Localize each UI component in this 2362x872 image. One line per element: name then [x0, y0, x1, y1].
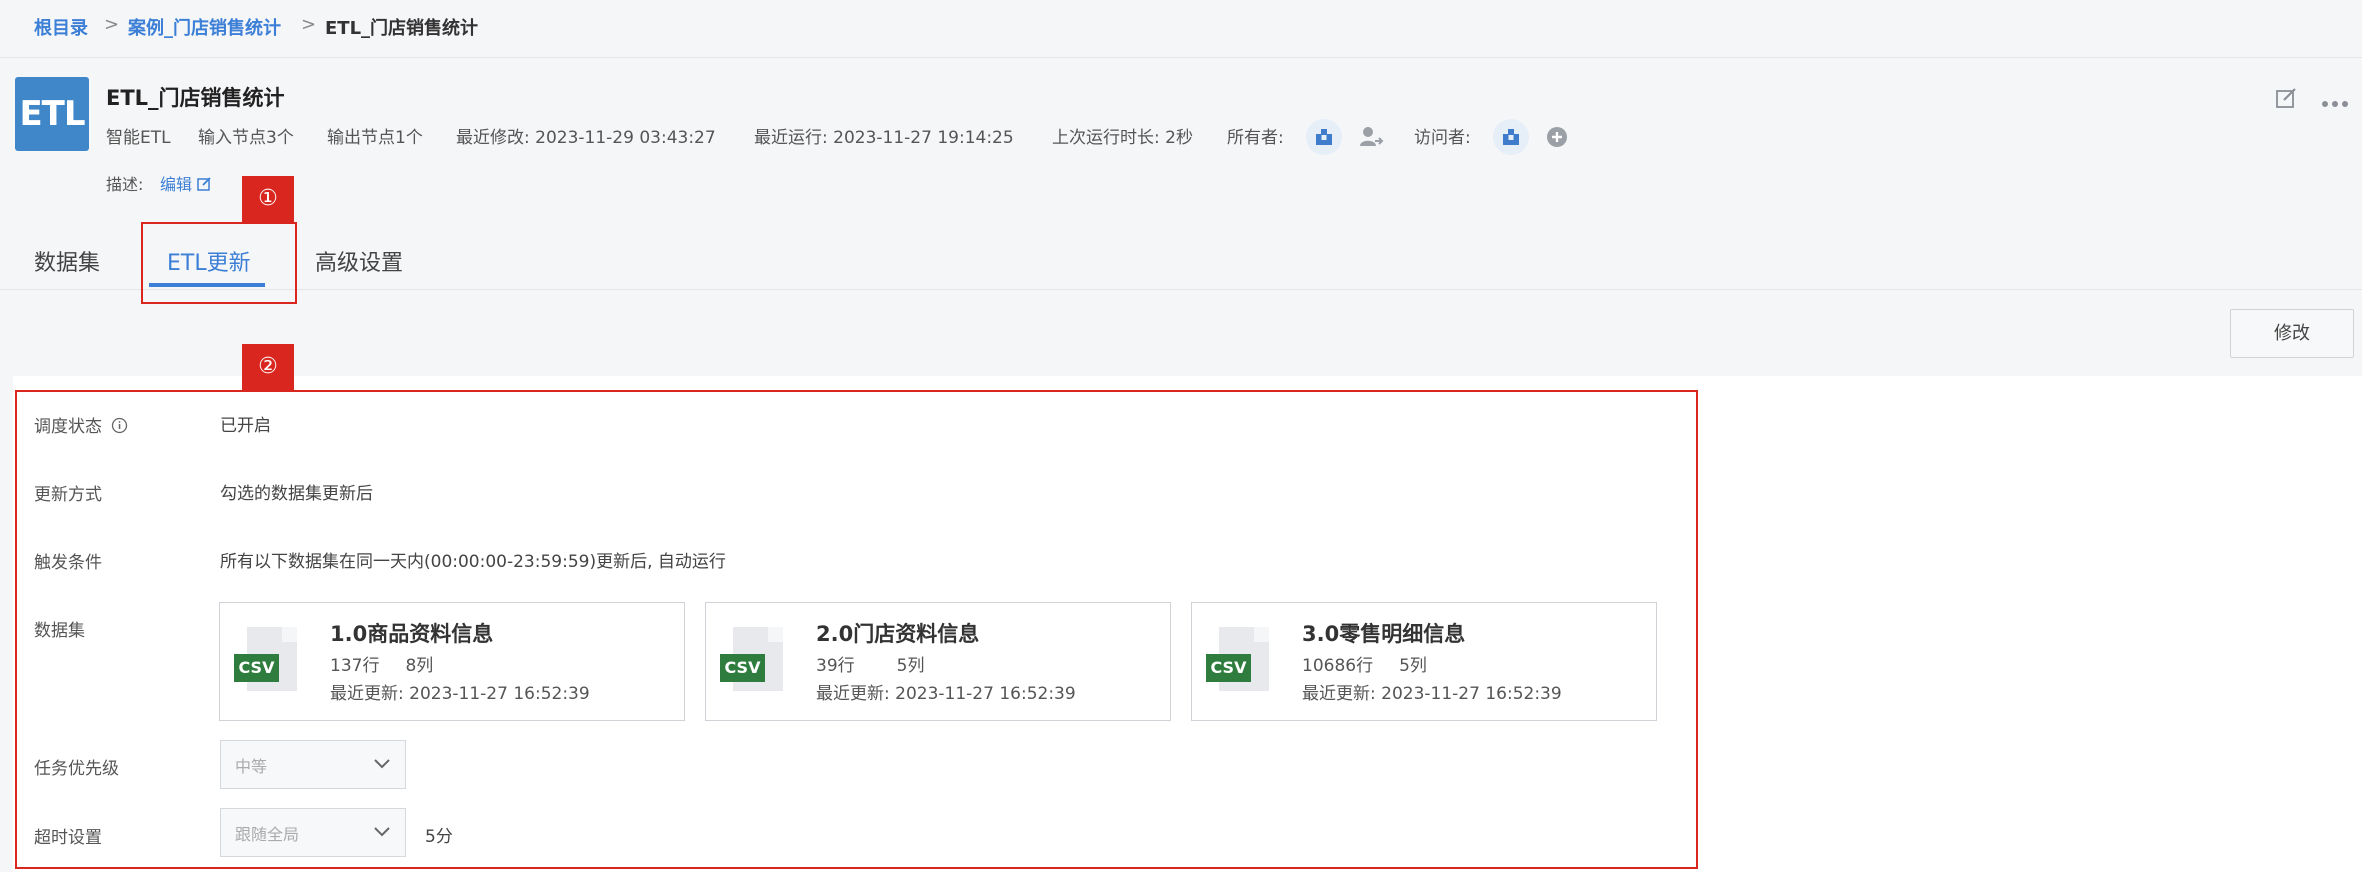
edit-description-label: 编辑	[160, 175, 193, 194]
input-node-count: 输入节点3个	[198, 128, 294, 148]
tab-datasets[interactable]: 数据集	[34, 245, 100, 277]
edit-etl-icon[interactable]	[2275, 86, 2299, 110]
owner-avatar[interactable]	[1306, 119, 1342, 155]
tab-bar-divider	[0, 289, 2362, 290]
description-label: 描述:	[106, 175, 144, 194]
add-visitor-icon[interactable]	[1546, 126, 1568, 148]
edit-description-link[interactable]: 编辑	[160, 171, 212, 195]
breadcrumb-separator: >	[104, 14, 120, 35]
modify-button[interactable]: 修改	[2230, 309, 2354, 358]
transfer-owner-icon[interactable]	[1358, 124, 1384, 150]
annotation-badge-2: ②	[242, 344, 294, 390]
annotation-box-tab	[141, 222, 297, 304]
owner-label: 所有者:	[1227, 128, 1284, 148]
breadcrumb-folder-link[interactable]: 案例_门店销售统计	[128, 14, 281, 40]
last-run-duration: 上次运行时长: 2秒	[1052, 128, 1193, 148]
breadcrumb: 根目录 > 案例_门店销售统计 > ETL_门店销售统计	[0, 0, 2362, 58]
visitor-avatar[interactable]	[1493, 119, 1529, 155]
last-run: 最近运行: 2023-11-27 19:14:25	[754, 128, 1014, 148]
annotation-badge-1: ①	[242, 176, 294, 222]
visitor-label: 访问者:	[1414, 128, 1471, 148]
user-avatar-icon	[1316, 129, 1332, 145]
breadcrumb-root-link[interactable]: 根目录	[34, 14, 88, 40]
more-options-icon[interactable]	[2320, 94, 2350, 107]
edit-icon	[197, 177, 211, 191]
page-title: ETL_门店销售统计	[106, 86, 285, 110]
breadcrumb-current: ETL_门店销售统计	[325, 18, 479, 39]
user-avatar-icon	[1503, 129, 1519, 145]
last-modified: 最近修改: 2023-11-29 03:43:27	[456, 128, 716, 148]
annotation-box-settings	[15, 390, 1698, 869]
etl-type: 智能ETL	[106, 128, 171, 148]
etl-logo-icon: ETL	[15, 77, 89, 151]
breadcrumb-separator: >	[301, 14, 317, 35]
tab-advanced-settings[interactable]: 高级设置	[315, 245, 403, 277]
output-node-count: 输出节点1个	[327, 128, 423, 148]
